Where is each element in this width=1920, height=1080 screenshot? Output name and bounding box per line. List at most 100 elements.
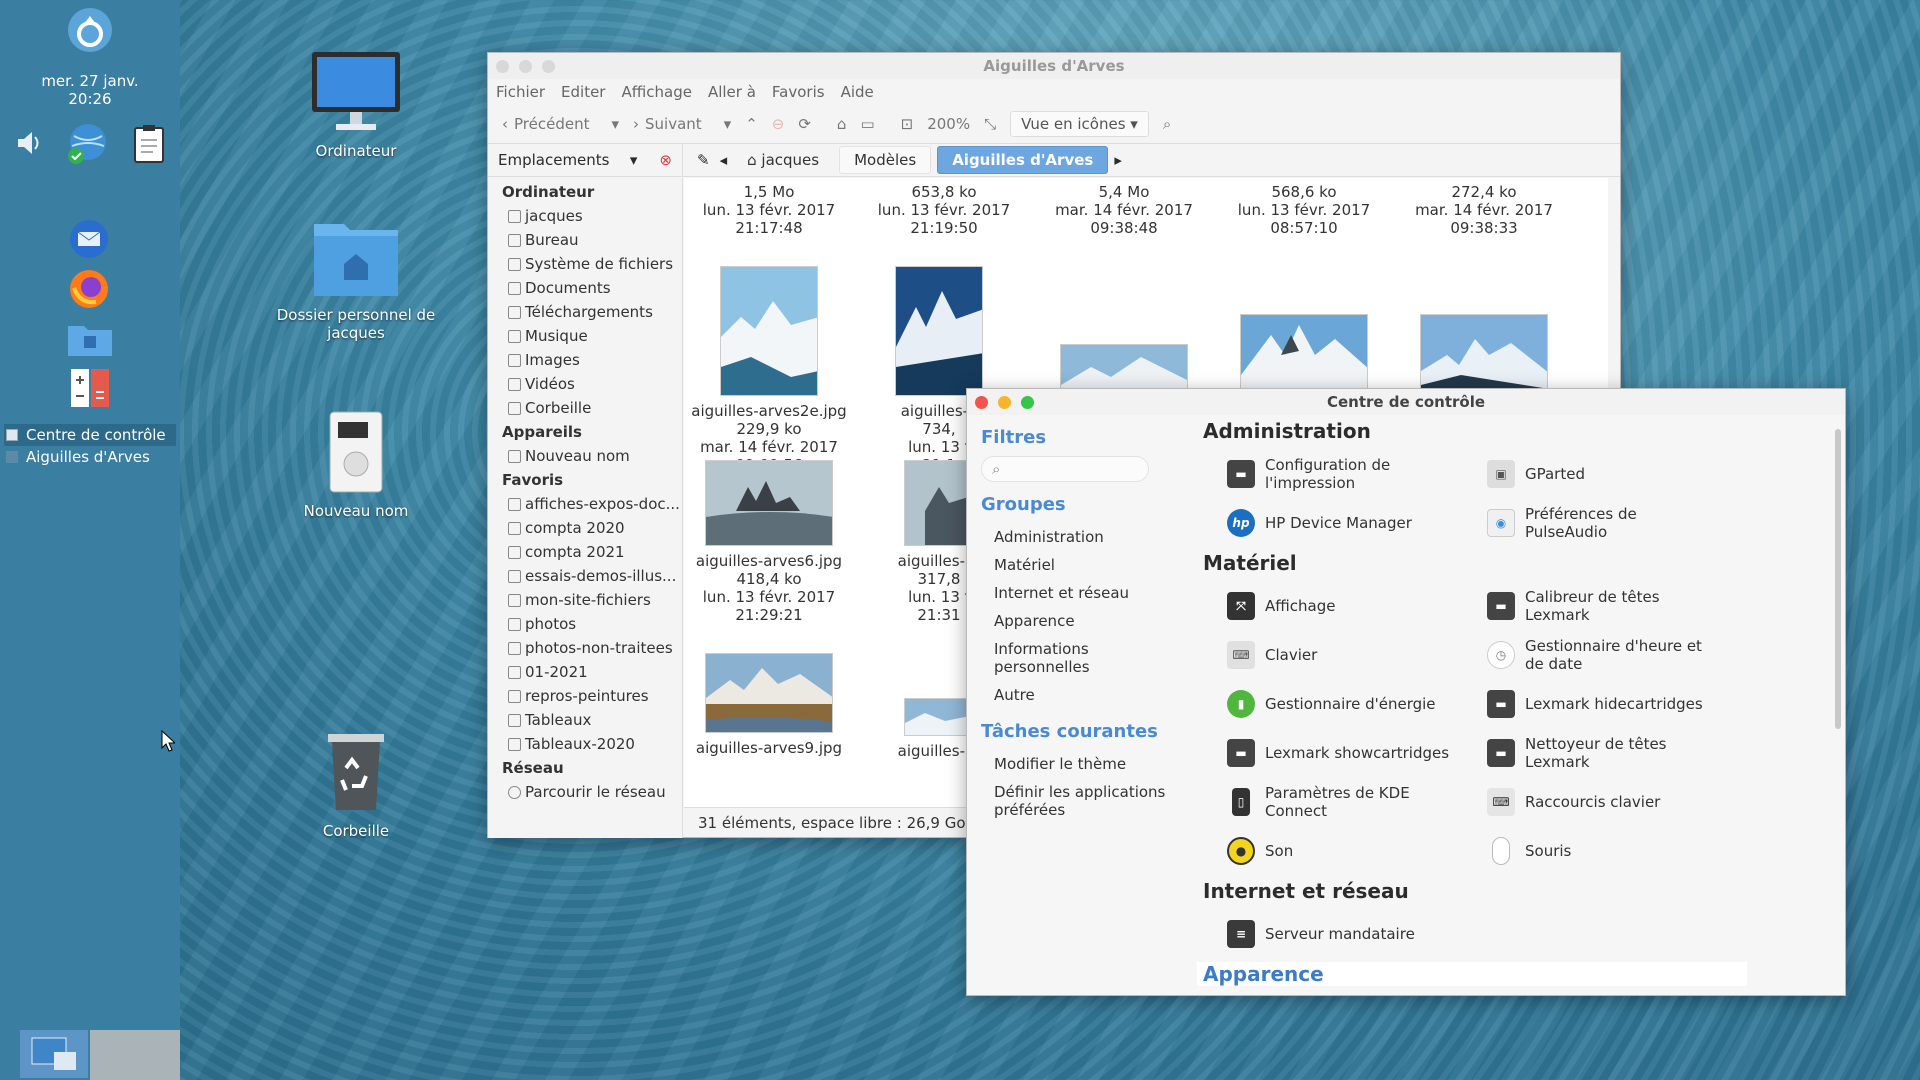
- sidebar-item-favorite[interactable]: mon-site-fichiers: [488, 588, 682, 612]
- search-input[interactable]: ⌕: [981, 456, 1149, 482]
- applet-item[interactable]: ▣ GParted: [1463, 449, 1723, 498]
- taskbar-item-file-manager[interactable]: Aiguilles d'Arves: [4, 446, 176, 468]
- group-link[interactable]: Matériel: [981, 551, 1197, 579]
- sidebar-item-favorite[interactable]: Tableaux: [488, 708, 682, 732]
- sidebar-item-device[interactable]: Nouveau nom⏏: [488, 444, 682, 468]
- zoom-in-icon[interactable]: ⤡: [984, 115, 996, 133]
- file-item[interactable]: aiguilles-arves6.jpg 418,4 ko lun. 13 févr…: [684, 460, 854, 624]
- file-item[interactable]: 272,4 ko mar. 14 févr. 2017 09:38:33: [1399, 183, 1569, 237]
- stop-icon[interactable]: ⊖: [772, 115, 785, 133]
- file-item[interactable]: 568,6 ko lun. 13 févr. 2017 08:57:10: [1219, 183, 1389, 237]
- window-titlebar[interactable]: Aiguilles d'Arves: [488, 53, 1620, 79]
- minimize-button[interactable]: [519, 60, 532, 73]
- home-folder-icon[interactable]: [66, 318, 114, 362]
- task-link[interactable]: Modifier le thème: [981, 750, 1197, 778]
- calculator-icon[interactable]: [70, 368, 110, 412]
- group-link[interactable]: Apparence: [981, 607, 1197, 635]
- desktop-icon-trash[interactable]: Corbeille: [266, 730, 446, 840]
- applet-item[interactable]: hp HP Device Manager: [1203, 498, 1463, 547]
- close-button[interactable]: [496, 60, 509, 73]
- home-icon[interactable]: ⌂: [837, 115, 847, 133]
- desktop-icon-home[interactable]: Dossier personnel de jacques: [266, 214, 446, 342]
- applet-item[interactable]: Souris: [1463, 826, 1723, 875]
- crumb-modeles[interactable]: Modèles: [839, 146, 932, 174]
- sidebar-item-documents[interactable]: Documents: [488, 276, 682, 300]
- workspace-2[interactable]: [90, 1030, 180, 1080]
- menu-editer[interactable]: Editer: [561, 83, 605, 101]
- file-item[interactable]: aiguilles-arves2e.jpg 229,9 ko mar. 14 fév…: [684, 266, 854, 474]
- chevron-right-icon[interactable]: ▸: [1114, 151, 1122, 169]
- applet-item[interactable]: ≡ Serveur mandataire: [1203, 909, 1463, 958]
- sidebar-item-videos[interactable]: Vidéos: [488, 372, 682, 396]
- sidebar-item-favorite[interactable]: compta 2020: [488, 516, 682, 540]
- desktop-icon-drive[interactable]: Nouveau nom: [266, 410, 446, 520]
- scrollbar[interactable]: [1835, 429, 1841, 729]
- sidebar-item-favorite[interactable]: 01-2021: [488, 660, 682, 684]
- applet-item[interactable]: ▬ Nettoyeur de têtes Lexmark: [1463, 728, 1723, 777]
- sidebar-item-favorite[interactable]: photos: [488, 612, 682, 636]
- menu-fichier[interactable]: Fichier: [496, 83, 545, 101]
- applet-item[interactable]: ▬ Lexmark showcartridges: [1203, 728, 1463, 777]
- close-button[interactable]: [975, 396, 988, 409]
- edit-path-icon[interactable]: ✎: [697, 151, 710, 169]
- sidebar-item-favorite[interactable]: Tableaux-2020: [488, 732, 682, 756]
- group-link[interactable]: Administration: [981, 523, 1197, 551]
- back-button[interactable]: ‹ Précédent ▾: [502, 115, 619, 133]
- sidebar-item-music[interactable]: Musique: [488, 324, 682, 348]
- forward-button[interactable]: › Suivant ▾: [633, 115, 731, 133]
- sidebar-item-trash[interactable]: Corbeille: [488, 396, 682, 420]
- group-link[interactable]: Autre: [981, 681, 1197, 709]
- applet-item[interactable]: ▬ Calibreur de têtes Lexmark: [1463, 581, 1723, 630]
- applet-item[interactable]: ⌨ Clavier: [1203, 630, 1463, 679]
- minimize-button[interactable]: [998, 396, 1011, 409]
- menu-launcher-icon[interactable]: [66, 6, 114, 58]
- menu-affichage[interactable]: Affichage: [621, 83, 691, 101]
- sidebar-item-jacques[interactable]: jacques: [488, 204, 682, 228]
- search-icon[interactable]: ⌕: [1163, 115, 1171, 133]
- zoom-out-icon[interactable]: ⊡: [901, 115, 914, 133]
- up-icon[interactable]: ⌃: [745, 115, 758, 133]
- chevron-down-icon[interactable]: ▾: [630, 151, 638, 169]
- volume-icon[interactable]: [14, 128, 44, 162]
- sidebar-item-filesystem[interactable]: Système de fichiers: [488, 252, 682, 276]
- sidebar-item-favorite[interactable]: essais-demos-illus...: [488, 564, 682, 588]
- menu-aide[interactable]: Aide: [841, 83, 874, 101]
- thunderbird-icon[interactable]: [68, 218, 110, 264]
- sidebar-item-favorite[interactable]: affiches-expos-doc...: [488, 492, 682, 516]
- network-icon[interactable]: [66, 122, 110, 170]
- reload-icon[interactable]: ⟳: [798, 115, 811, 133]
- applet-item[interactable]: ⤧ Affichage: [1203, 581, 1463, 630]
- clipboard-icon[interactable]: [132, 124, 166, 168]
- sidebar-item-downloads[interactable]: Téléchargements: [488, 300, 682, 324]
- sidebar-item-favorite[interactable]: repros-peintures: [488, 684, 682, 708]
- sidebar-item-favorite[interactable]: photos-non-traitees: [488, 636, 682, 660]
- chevron-left-icon[interactable]: ◂: [720, 151, 728, 169]
- sidebar-item-bureau[interactable]: Bureau: [488, 228, 682, 252]
- sidebar-item-images[interactable]: Images: [488, 348, 682, 372]
- view-mode-select[interactable]: Vue en icônes ▾: [1010, 111, 1149, 137]
- close-sidebar-icon[interactable]: ⊗: [659, 151, 672, 169]
- applet-item[interactable]: ◷ Gestionnaire d'heure et de date: [1463, 630, 1723, 679]
- computer-icon[interactable]: ▭: [860, 115, 874, 133]
- maximize-button[interactable]: [1021, 396, 1034, 409]
- sidebar-item-favorite[interactable]: compta 2021: [488, 540, 682, 564]
- window-titlebar[interactable]: Centre de contrôle: [967, 389, 1845, 415]
- sidebar-item-network[interactable]: Parcourir le réseau: [488, 780, 682, 804]
- applet-item[interactable]: ⌨ Raccourcis clavier: [1463, 777, 1723, 826]
- task-link[interactable]: Définir les applications préférées: [981, 778, 1181, 824]
- taskbar-item-control-center[interactable]: Centre de contrôle: [4, 424, 176, 446]
- file-item[interactable]: 1,5 Mo lun. 13 févr. 2017 21:17:48: [684, 183, 854, 237]
- file-item[interactable]: 5,4 Mo mar. 14 févr. 2017 09:38:48: [1039, 183, 1209, 237]
- group-link[interactable]: Internet et réseau: [981, 579, 1197, 607]
- applet-item[interactable]: ▬ Configuration de l'impression: [1203, 449, 1463, 498]
- crumb-current[interactable]: Aiguilles d'Arves: [937, 146, 1109, 174]
- firefox-icon[interactable]: [68, 268, 110, 314]
- applet-item[interactable]: ● Son: [1203, 826, 1463, 875]
- maximize-button[interactable]: [542, 60, 555, 73]
- applet-item[interactable]: ▯ Paramètres de KDE Connect: [1203, 777, 1463, 826]
- menu-aller[interactable]: Aller à: [708, 83, 756, 101]
- menu-favoris[interactable]: Favoris: [772, 83, 825, 101]
- group-link[interactable]: Informations personnelles: [981, 635, 1197, 681]
- file-item[interactable]: 653,8 ko lun. 13 févr. 2017 21:19:50: [859, 183, 1029, 237]
- applet-item[interactable]: ▮ Gestionnaire d'énergie: [1203, 679, 1463, 728]
